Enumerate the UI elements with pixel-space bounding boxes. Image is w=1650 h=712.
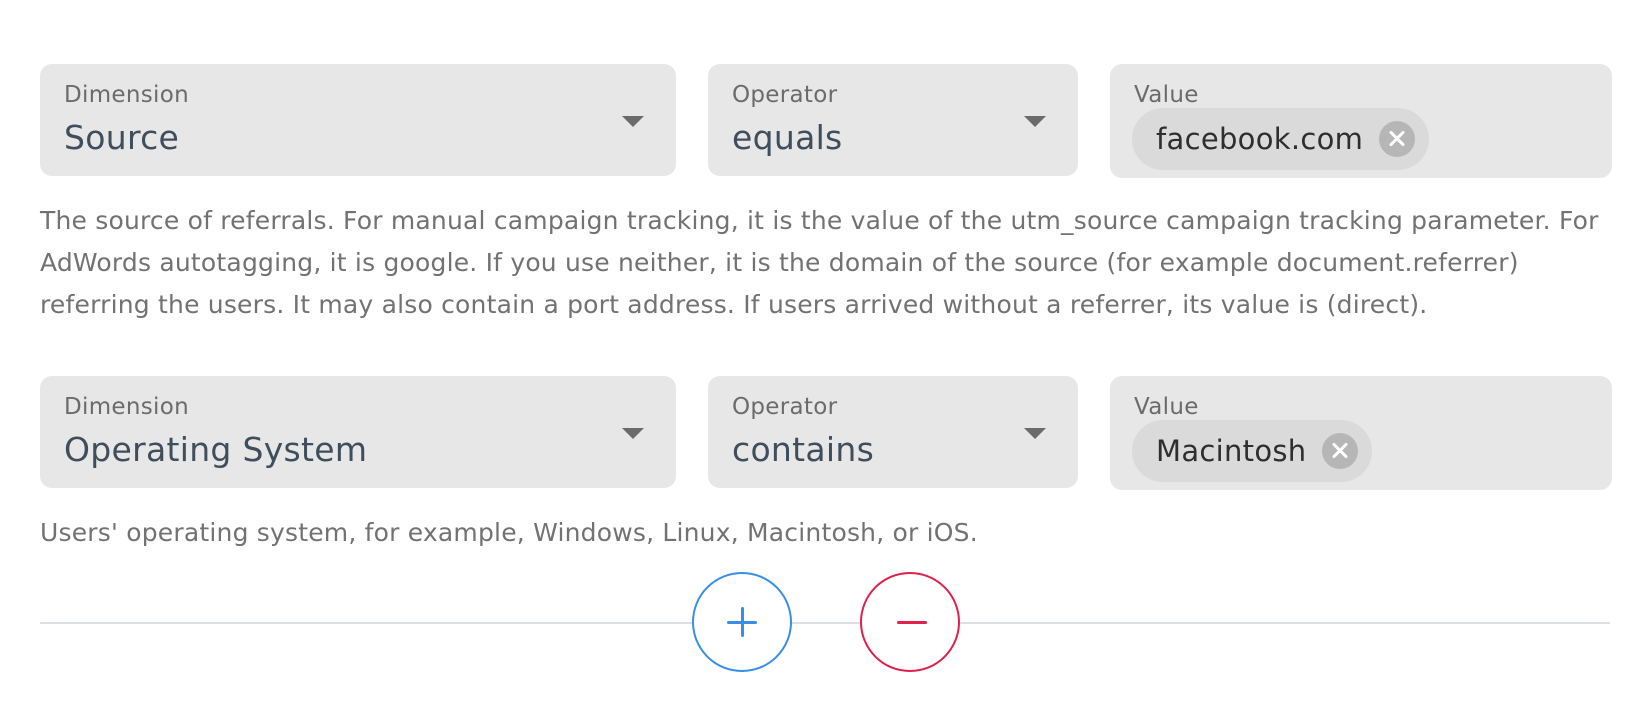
value-input[interactable]: Value Macintosh xyxy=(1110,376,1612,490)
value-label: Value xyxy=(1134,394,1199,420)
value-chip-text: facebook.com xyxy=(1156,122,1364,156)
value-chip: Macintosh xyxy=(1132,420,1373,482)
operator-value: contains xyxy=(732,430,875,469)
add-filter-button[interactable] xyxy=(692,572,792,672)
chevron-down-icon[interactable] xyxy=(622,116,644,127)
operator-select[interactable]: Operator contains xyxy=(708,376,1078,488)
dimension-value: Operating System xyxy=(64,430,368,469)
chevron-down-icon[interactable] xyxy=(1024,116,1046,127)
dimension-select[interactable]: Dimension Operating System xyxy=(40,376,676,488)
value-chip-text: Macintosh xyxy=(1156,434,1307,468)
close-icon[interactable] xyxy=(1322,433,1359,469)
dimension-description: The source of referrals. For manual camp… xyxy=(40,206,1599,319)
chevron-down-icon[interactable] xyxy=(1024,428,1046,439)
value-chip: facebook.com xyxy=(1132,108,1430,170)
divider xyxy=(40,622,1610,624)
operator-label: Operator xyxy=(732,394,838,420)
operator-select[interactable]: Operator equals xyxy=(708,64,1078,176)
dimension-value: Source xyxy=(64,118,180,157)
operator-label: Operator xyxy=(732,82,838,108)
dimension-label: Dimension xyxy=(64,394,189,420)
dimension-select[interactable]: Dimension Source xyxy=(40,64,676,176)
dimension-description: Users' operating system, for example, Wi… xyxy=(40,518,978,547)
filter-row: Dimension Operating System Operator cont… xyxy=(40,376,1612,490)
chevron-down-icon[interactable] xyxy=(622,428,644,439)
operator-value: equals xyxy=(732,118,843,157)
remove-filter-button[interactable] xyxy=(860,572,960,672)
close-icon[interactable] xyxy=(1379,121,1416,157)
dimension-label: Dimension xyxy=(64,82,189,108)
filter-row: Dimension Source Operator equals Value f… xyxy=(40,64,1612,178)
value-label: Value xyxy=(1134,82,1199,108)
value-input[interactable]: Value facebook.com xyxy=(1110,64,1612,178)
